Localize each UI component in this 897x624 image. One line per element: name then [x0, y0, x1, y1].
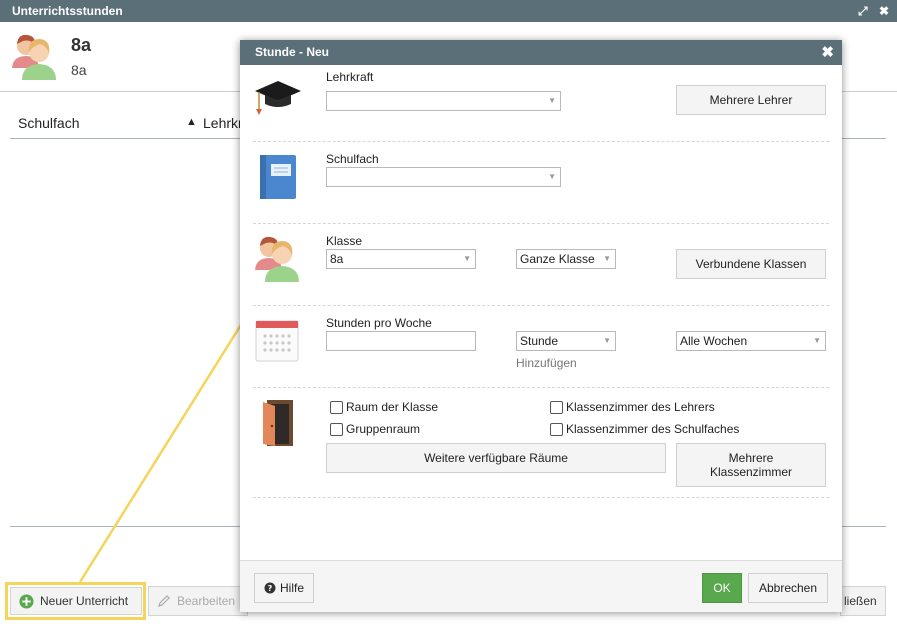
hours-section: Stunden pro Woche Stunde ▼ Alle Wochen ▼… [253, 306, 829, 388]
subject-classroom-checkbox[interactable]: Klassenzimmer des Schulfaches [550, 422, 739, 436]
group-room-checkbox[interactable]: Gruppenraum [330, 422, 420, 436]
dialog-close-icon[interactable]: ✖ [821, 40, 834, 65]
class-group-value: Ganze Klasse [520, 252, 595, 266]
cancel-button[interactable]: Abbrechen [748, 573, 828, 603]
room-of-class-checkbox[interactable]: Raum der Klasse [330, 400, 438, 414]
hours-label: Stunden pro Woche [326, 316, 432, 330]
room-of-class-label: Raum der Klasse [346, 400, 439, 414]
teacher-select[interactable]: ▼ [326, 91, 561, 111]
teacher-label: Lehrkraft [326, 70, 374, 84]
help-button[interactable]: ? Hilfe [254, 573, 314, 603]
subject-label: Schulfach [326, 152, 379, 166]
checkbox-box[interactable] [330, 422, 343, 436]
new-lesson-dialog: Stunde - Neu ✖ Lehrkraft ▼ Mehrere Lehre… [240, 40, 842, 612]
add-link[interactable]: Hinzufügen [516, 356, 577, 370]
hours-unit-select[interactable]: Stunde ▼ [516, 331, 616, 351]
chevron-down-icon: ▼ [603, 336, 611, 345]
chevron-down-icon: ▼ [548, 172, 556, 181]
class-label: Klasse [326, 234, 363, 248]
ok-button[interactable]: OK [702, 573, 742, 603]
chevron-down-icon: ▼ [548, 96, 556, 105]
hours-unit-value: Stunde [520, 334, 559, 348]
teacher-classroom-label: Klassenzimmer des Lehrers [566, 400, 715, 414]
class-select-value: 8a [330, 252, 344, 266]
dialog-titlebar: Stunde - Neu ✖ [240, 40, 842, 65]
more-rooms-button[interactable]: Weitere verfügbare Räume [326, 443, 666, 473]
help-label: Hilfe [279, 581, 304, 595]
students-icon [255, 236, 299, 282]
multiple-classrooms-button[interactable]: Mehrere Klassenzimmer [676, 443, 826, 487]
book-icon [260, 155, 296, 199]
checkbox-box[interactable] [550, 400, 563, 414]
weeks-select[interactable]: Alle Wochen ▼ [676, 331, 826, 351]
multiple-teachers-button[interactable]: Mehrere Lehrer [676, 85, 826, 115]
hours-input[interactable] [326, 331, 476, 351]
class-group-select[interactable]: Ganze Klasse ▼ [516, 249, 616, 269]
checkbox-box[interactable] [550, 422, 563, 436]
subject-select[interactable]: ▼ [326, 167, 561, 187]
class-section: Klasse 8a ▼ Ganze Klasse ▼ Verbundene Kl… [253, 224, 829, 306]
dialog-footer: ? Hilfe OK Abbrechen [240, 560, 842, 612]
subject-section: Schulfach ▼ [253, 142, 829, 224]
linked-classes-button[interactable]: Verbundene Klassen [676, 249, 826, 279]
svg-text:?: ? [268, 584, 273, 593]
weeks-select-value: Alle Wochen [680, 334, 748, 348]
help-icon: ? [264, 582, 276, 594]
checkbox-box[interactable] [330, 400, 343, 414]
group-room-label: Gruppenraum [346, 422, 421, 436]
chevron-down-icon: ▼ [463, 254, 471, 263]
teacher-classroom-checkbox[interactable]: Klassenzimmer des Lehrers [550, 400, 715, 414]
graduation-cap-icon [255, 81, 301, 115]
calendar-icon [255, 320, 299, 362]
class-select[interactable]: 8a ▼ [326, 249, 476, 269]
teacher-section: Lehrkraft ▼ Mehrere Lehrer [253, 65, 829, 142]
chevron-down-icon: ▼ [813, 336, 821, 345]
dialog-title: Stunde - Neu [255, 45, 329, 59]
chevron-down-icon: ▼ [603, 254, 611, 263]
door-icon [263, 400, 293, 446]
subject-classroom-label: Klassenzimmer des Schulfaches [566, 422, 740, 436]
rooms-section: Raum der Klasse Klassenzimmer des Lehrer… [253, 388, 829, 498]
